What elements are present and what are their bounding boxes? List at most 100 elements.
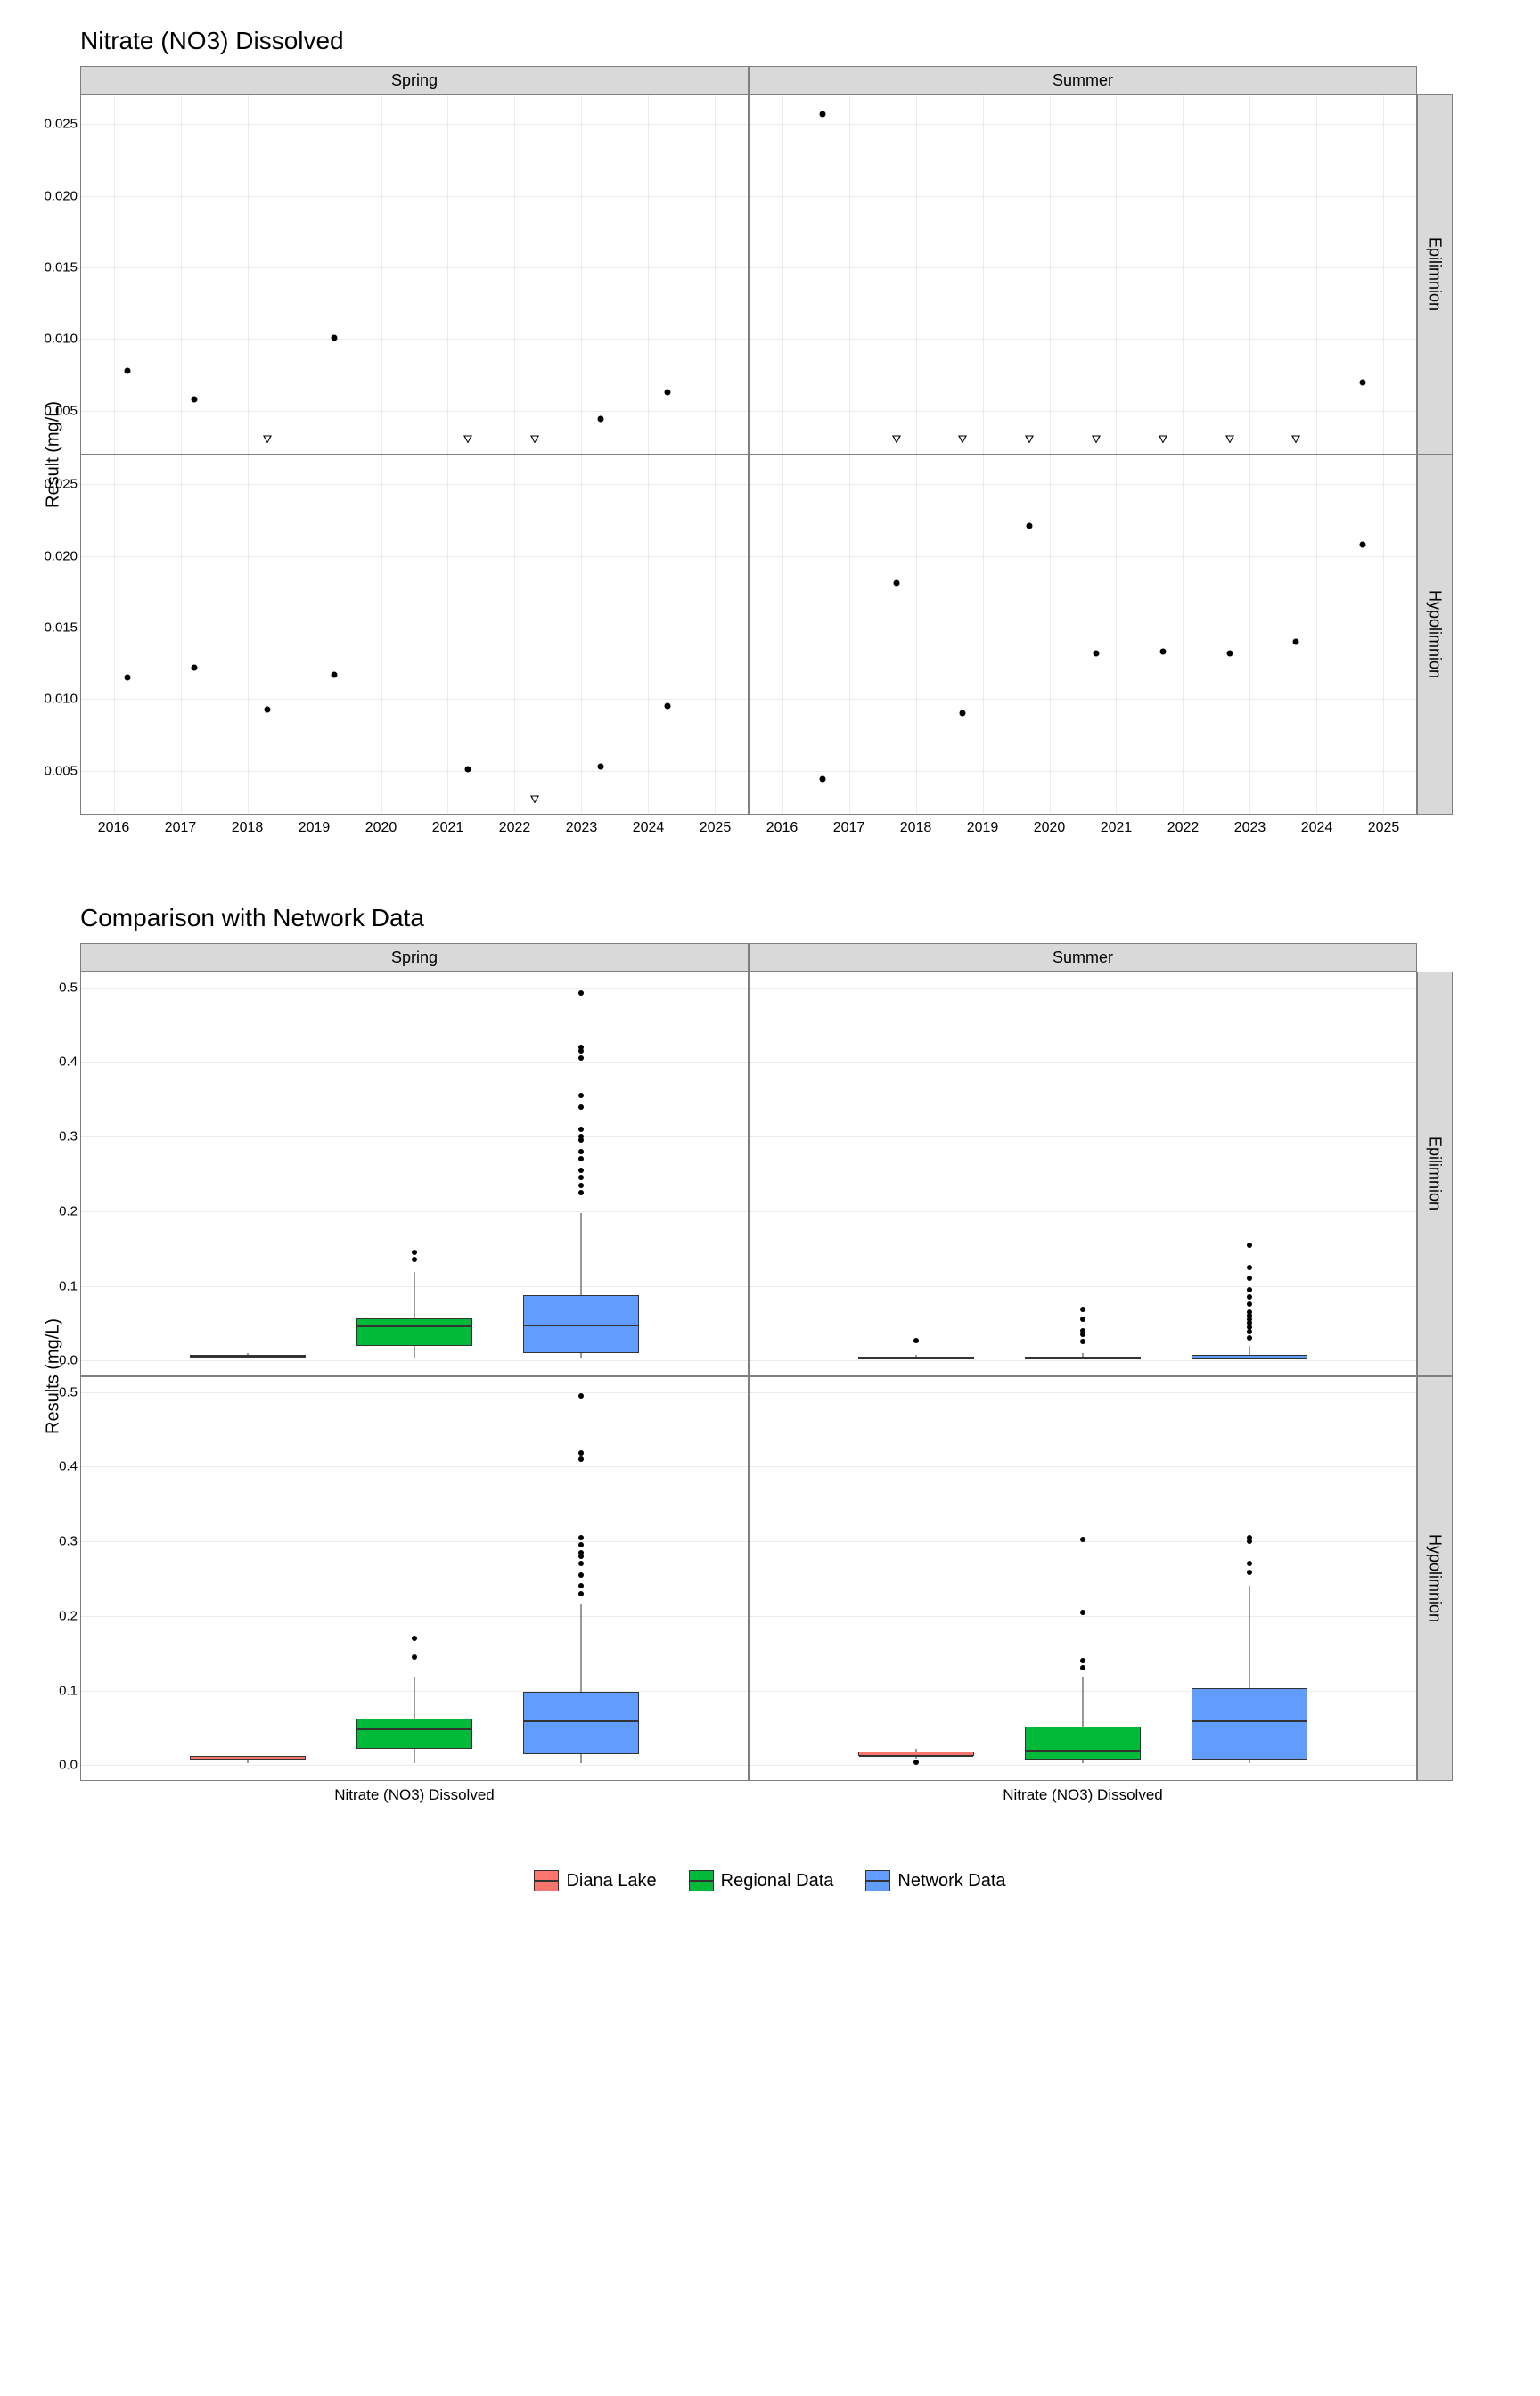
- data-point: [125, 367, 131, 373]
- outlier-point: [1080, 1610, 1085, 1615]
- strip2-summer: Summer: [749, 943, 1417, 972]
- data-point: [598, 763, 604, 769]
- outlier-point: [1247, 1535, 1252, 1540]
- outlier-point: [578, 1393, 584, 1399]
- data-point: [192, 396, 198, 402]
- outlier-point: [578, 1450, 584, 1456]
- outlier-point: [1247, 1301, 1252, 1307]
- panel-spring-epilimnion: 0.0050.0100.0150.0200.025: [80, 94, 749, 455]
- outlier-point: [1247, 1561, 1252, 1566]
- legend-item-network: Network Data: [865, 1870, 1005, 1891]
- outlier-point: [412, 1654, 417, 1660]
- data-point: [1360, 379, 1366, 385]
- panel-spring-hypolimnion: 0.0050.0100.0150.0200.025: [80, 455, 749, 815]
- boxplot-box: [523, 1295, 640, 1353]
- outlier-point: [578, 1591, 584, 1596]
- data-point: [820, 776, 826, 783]
- data-point: [464, 767, 471, 773]
- outlier-point: [1247, 1294, 1252, 1300]
- outlier-point: [578, 1104, 584, 1110]
- legend: Diana Lake Regional Data Network Data: [27, 1870, 1513, 1891]
- outlier-point: [578, 1055, 584, 1061]
- strip-summer: Summer: [749, 66, 1417, 94]
- legend-swatch-network: [865, 1870, 890, 1891]
- outlier-point: [1247, 1335, 1252, 1341]
- outlier-point: [412, 1257, 417, 1262]
- outlier-point: [412, 1636, 417, 1641]
- censored-point-icon: [1092, 435, 1101, 443]
- data-point: [1226, 650, 1233, 656]
- censored-point-icon: [892, 435, 901, 443]
- boxplot-box: [523, 1692, 640, 1753]
- data-point: [1093, 650, 1099, 656]
- data-point: [332, 334, 338, 341]
- outlier-point: [578, 1149, 584, 1154]
- chart1-title: Nitrate (NO3) Dissolved: [80, 27, 1513, 55]
- outlier-point: [1080, 1317, 1085, 1322]
- outlier-point: [578, 1456, 584, 1462]
- outlier-point: [578, 1572, 584, 1578]
- data-point: [192, 664, 198, 670]
- boxplot-box: [1192, 1355, 1308, 1358]
- box-panel-summer-hypo: [749, 1376, 1417, 1781]
- outlier-point: [1080, 1307, 1085, 1312]
- boxplot-box: [356, 1318, 473, 1346]
- boxplot-box: [1025, 1727, 1142, 1760]
- outlier-point: [578, 1561, 584, 1566]
- boxplot-box: [190, 1756, 307, 1760]
- data-point: [1027, 522, 1033, 529]
- outlier-point: [578, 1127, 584, 1132]
- chart2-xcat: Nitrate (NO3) Dissolved Nitrate (NO3) Di…: [80, 1781, 1417, 1817]
- outlier-point: [1080, 1328, 1085, 1333]
- strip2-epilimnion: Epilimnion: [1417, 972, 1453, 1376]
- comparison-boxplot: Comparison with Network Data Spring Summ…: [27, 904, 1513, 1817]
- data-point: [665, 389, 671, 395]
- legend-item-diana: Diana Lake: [534, 1870, 656, 1891]
- boxplot-box: [1025, 1357, 1142, 1359]
- censored-point-icon: [463, 435, 472, 443]
- outlier-point: [578, 1183, 584, 1188]
- data-point: [960, 710, 966, 717]
- legend-swatch-diana: [534, 1870, 559, 1891]
- outlier-point: [1247, 1265, 1252, 1270]
- censored-point-icon: [263, 435, 272, 443]
- data-point: [265, 706, 271, 712]
- outlier-point: [578, 1542, 584, 1547]
- nitrate-dissolved-scatter: Nitrate (NO3) Dissolved Spring Summer Re…: [27, 27, 1513, 850]
- outlier-point: [1247, 1329, 1252, 1334]
- outlier-point: [913, 1338, 919, 1343]
- legend-item-regional: Regional Data: [689, 1870, 834, 1891]
- box-panel-spring-hypo: 0.00.10.20.30.40.5: [80, 1376, 749, 1781]
- outlier-point: [1080, 1665, 1085, 1670]
- censored-point-icon: [1225, 435, 1234, 443]
- outlier-point: [578, 1175, 584, 1180]
- box-panel-summer-epi: [749, 972, 1417, 1376]
- outlier-point: [1247, 1243, 1252, 1248]
- outlier-point: [1080, 1537, 1085, 1542]
- outlier-point: [1247, 1309, 1252, 1315]
- outlier-point: [1247, 1287, 1252, 1292]
- data-point: [665, 703, 671, 710]
- outlier-point: [1247, 1570, 1252, 1575]
- outlier-point: [1080, 1339, 1085, 1344]
- strip-hypolimnion: Hypolimnion: [1417, 455, 1453, 815]
- outlier-point: [578, 1156, 584, 1161]
- chart1-xticks: 2016201720182019202020212022202320242025…: [80, 815, 1417, 850]
- data-point: [125, 675, 131, 681]
- box-panel-spring-epi: 0.00.10.20.30.40.5: [80, 972, 749, 1376]
- outlier-point: [578, 1550, 584, 1555]
- data-point: [1159, 649, 1166, 655]
- data-point: [893, 580, 899, 587]
- data-point: [1293, 639, 1299, 645]
- boxplot-box: [356, 1719, 473, 1748]
- data-point: [820, 111, 826, 117]
- censored-point-icon: [958, 435, 967, 443]
- censored-point-icon: [1025, 435, 1034, 443]
- legend-swatch-regional: [689, 1870, 714, 1891]
- boxplot-box: [858, 1357, 975, 1359]
- outlier-point: [578, 1045, 584, 1050]
- panel-summer-epilimnion: [749, 94, 1417, 455]
- outlier-point: [578, 1093, 584, 1098]
- strip2-hypolimnion: Hypolimnion: [1417, 1376, 1453, 1781]
- strip-epilimnion: Epilimnion: [1417, 94, 1453, 455]
